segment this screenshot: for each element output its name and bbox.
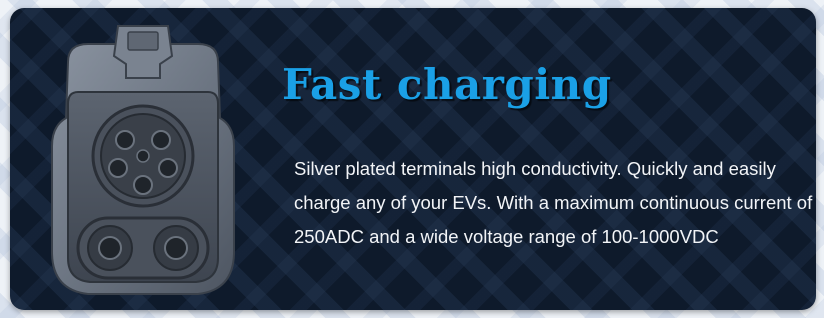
feature-card: Fast charging Silver plated terminals hi… [10,8,816,310]
feature-description: Silver plated terminals high conductivit… [294,158,813,247]
ccs2-connector-icon [51,25,235,295]
feature-title: Fast charging [282,60,612,109]
